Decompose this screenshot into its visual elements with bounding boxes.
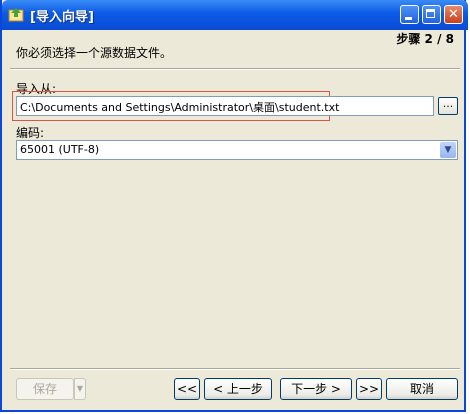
maximize-button[interactable] <box>422 5 441 24</box>
encoding-select[interactable]: 65001 (UTF-8) ▼ <box>16 140 458 160</box>
step-indicator: 步骤 2 / 8 <box>396 32 454 46</box>
minimize-button[interactable] <box>400 5 419 24</box>
divider-bottom <box>10 368 460 370</box>
divider-top <box>10 68 460 70</box>
next-button[interactable]: 下一步 > <box>280 378 352 400</box>
encoding-label: 编码: <box>16 126 45 140</box>
encoding-value: 65001 (UTF-8) <box>20 143 100 156</box>
title-bar[interactable]: [导入向导] ✕ <box>2 0 468 30</box>
wizard-icon <box>8 8 24 22</box>
chevron-down-icon[interactable]: ▼ <box>440 142 456 158</box>
last-button[interactable]: >> <box>356 378 382 400</box>
maximize-icon <box>426 9 435 18</box>
close-button[interactable]: ✕ <box>444 5 463 24</box>
chevron-down-icon: ▼ <box>76 384 84 393</box>
browse-button[interactable]: ... <box>438 97 458 115</box>
cancel-button[interactable]: 取消 <box>386 378 458 400</box>
close-icon: ✕ <box>448 7 459 22</box>
save-dropdown-button[interactable]: ▼ <box>74 378 86 400</box>
import-path-input[interactable]: C:\Documents and Settings\Administrator\… <box>16 96 434 116</box>
wizard-window: [导入向导] ✕ 步骤 2 / 8 你必须选择一个源数据文件。 导入从: C:\… <box>0 0 468 412</box>
minimize-icon <box>405 17 412 20</box>
save-button[interactable]: 保存 <box>16 378 74 400</box>
first-button[interactable]: << <box>174 378 200 400</box>
window-title: [导入向导] <box>30 10 94 25</box>
page-heading: 你必须选择一个源数据文件。 <box>16 46 173 60</box>
back-button[interactable]: < 上一步 <box>204 378 272 400</box>
